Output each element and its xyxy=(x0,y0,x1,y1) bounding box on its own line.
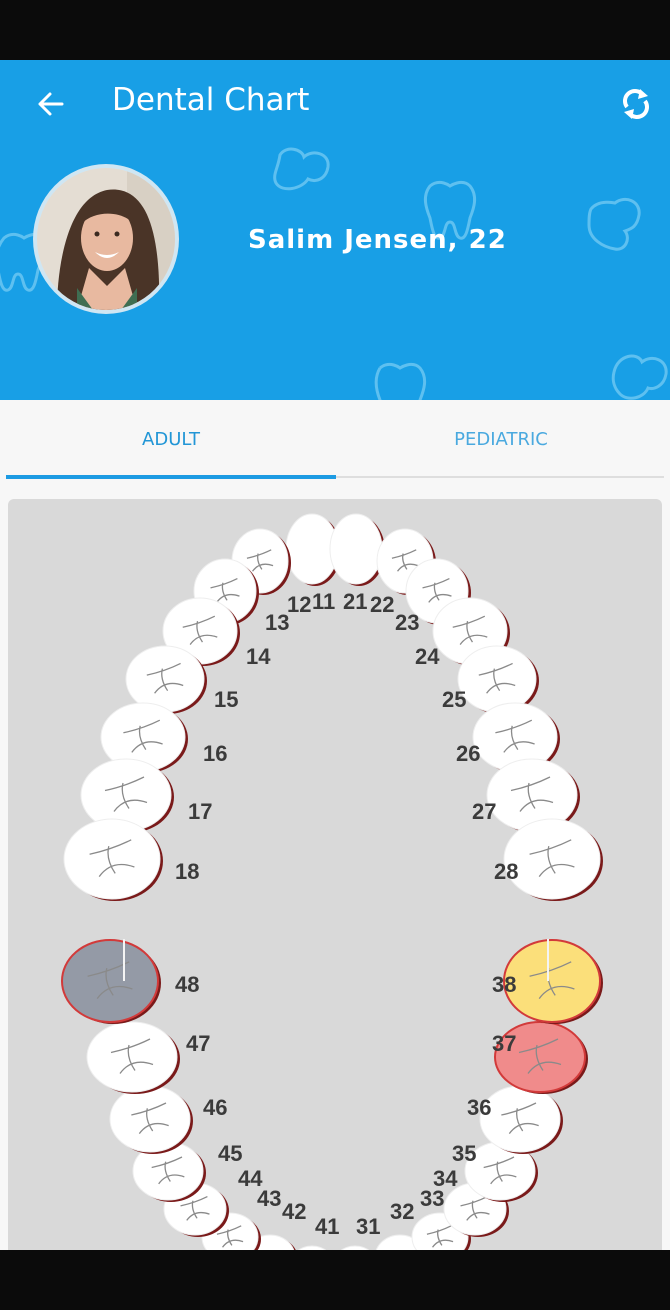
tooth-crown xyxy=(503,939,601,1023)
background-tooth-icon xyxy=(611,354,668,400)
tooth-number-15: 15 xyxy=(214,687,238,712)
tooth-48[interactable] xyxy=(61,939,161,1024)
tooth-number-11: 11 xyxy=(312,589,335,614)
tooth-number-16: 16 xyxy=(203,741,227,766)
tooth-crown xyxy=(457,645,537,713)
tooth-number-24: 24 xyxy=(415,644,440,669)
tooth-crown xyxy=(86,1021,178,1093)
tooth-number-12: 12 xyxy=(287,592,311,617)
teeth-diagram: 111213141516171821 2223242526272831323334… xyxy=(61,513,603,1259)
tooth-28[interactable] xyxy=(503,818,603,901)
tooth-crown xyxy=(63,818,161,900)
refresh-button[interactable] xyxy=(612,80,660,128)
tooth-number-14: 14 xyxy=(246,644,271,669)
background-tooth-icon xyxy=(273,147,330,191)
avatar-photo xyxy=(37,168,175,310)
tooth-number-13: 13 xyxy=(265,610,289,635)
tooth-number-37: 37 xyxy=(492,1031,516,1056)
tab-pediatric[interactable]: PEDIATRIC xyxy=(336,400,666,478)
tooth-number-35: 35 xyxy=(452,1141,476,1166)
tooth-number-32: 32 xyxy=(390,1199,414,1224)
tooth-21[interactable] xyxy=(329,513,385,586)
chart-area: 11 12 13 14 15 16 17 18 21 22 23 24 25 26 27 28 31 32 33 34… xyxy=(0,480,670,1259)
tooth-number-38: 38 xyxy=(492,972,516,997)
tooth-number-21: 21 xyxy=(343,589,367,614)
tooth-crown xyxy=(109,1085,191,1153)
background-tooth-icon xyxy=(587,198,641,251)
tooth-number-48: 48 xyxy=(175,972,199,997)
tooth-number-34: 34 xyxy=(433,1166,458,1191)
tooth-47[interactable] xyxy=(86,1021,180,1094)
chart-tabs: ADULT PEDIATRIC xyxy=(0,400,670,480)
tooth-number-25: 25 xyxy=(442,687,466,712)
tooth-number-44: 44 xyxy=(238,1166,263,1191)
app-header: Dental Chart Salim Jensen, 22 xyxy=(0,60,670,400)
tab-adult[interactable]: ADULT xyxy=(6,400,336,478)
status-bar xyxy=(0,0,670,60)
tooth-crown xyxy=(479,1085,561,1153)
navigation-bar xyxy=(0,1250,670,1310)
page-title: Dental Chart xyxy=(112,82,310,118)
tooth-18[interactable] xyxy=(63,818,163,901)
tooth-number-46: 46 xyxy=(203,1095,227,1120)
tooth-38[interactable] xyxy=(503,939,603,1024)
patient-name-age: Salim Jensen, 22 xyxy=(248,225,507,255)
tooth-number-26: 26 xyxy=(456,741,480,766)
back-button[interactable] xyxy=(30,84,70,124)
tooth-number-42: 42 xyxy=(282,1199,306,1224)
dental-chart-panel: 11 12 13 14 15 16 17 18 21 22 23 24 25 26 27 28 31 32 33 34… xyxy=(8,499,662,1259)
refresh-icon xyxy=(623,89,649,119)
tooth-number-47: 47 xyxy=(186,1031,210,1056)
patient-avatar[interactable] xyxy=(33,164,179,314)
tooth-crown xyxy=(125,645,205,713)
tooth-number-45: 45 xyxy=(218,1141,242,1166)
tooth-crown xyxy=(329,513,383,585)
tooth-crown xyxy=(61,939,159,1023)
tooth-number-27: 27 xyxy=(472,799,496,824)
background-tooth-icon xyxy=(374,362,427,400)
tooth-number-23: 23 xyxy=(395,610,419,635)
arrow-left-icon xyxy=(38,92,64,116)
tooth-number-28: 28 xyxy=(494,859,518,884)
tooth-number-18: 18 xyxy=(175,859,199,884)
tab-selected-indicator xyxy=(6,475,336,479)
tooth-number-31: 31 xyxy=(356,1214,380,1239)
tooth-46[interactable] xyxy=(109,1085,193,1154)
tooth-number-41: 41 xyxy=(315,1214,339,1239)
tooth-number-36: 36 xyxy=(467,1095,491,1120)
tooth-number-17: 17 xyxy=(188,799,212,824)
tooth-number-22: 22 xyxy=(370,592,394,617)
